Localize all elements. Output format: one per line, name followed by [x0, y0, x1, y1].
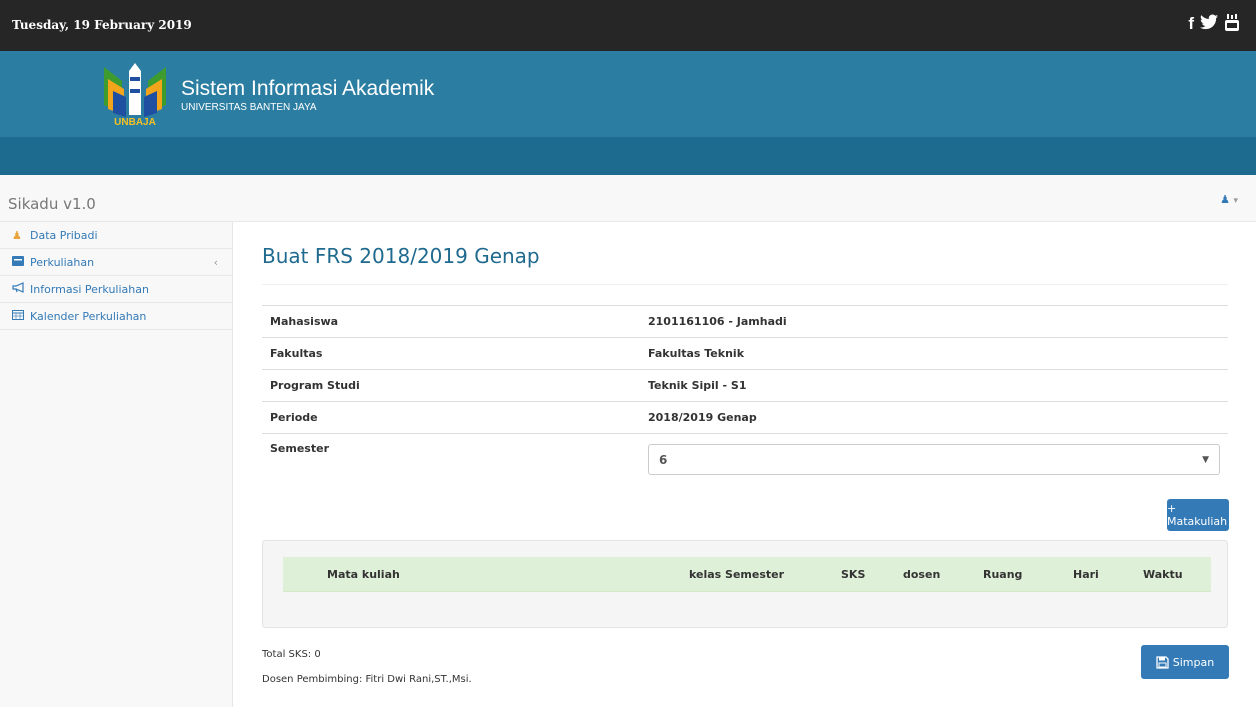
university-logo: UNBAJA [100, 61, 170, 131]
sidebar-item-informasi-perkuliahan[interactable]: Informasi Perkuliahan [0, 276, 232, 303]
sidebar-item-kalender-perkuliahan[interactable]: Kalender Perkuliahan [0, 303, 232, 330]
inbox-icon [12, 255, 26, 269]
course-table: Mata kuliah kelas Semester SKS dosen Rua… [283, 557, 1211, 592]
facebook-icon[interactable]: f [1188, 14, 1194, 37]
site-banner: UNBAJA Sistem Informasi Akademik UNIVERS… [0, 51, 1256, 137]
add-matakuliah-button[interactable]: + Matakuliah [1167, 499, 1229, 531]
info-label: Mahasiswa [262, 305, 640, 338]
semester-select[interactable]: 6 ▼ [648, 444, 1220, 475]
column-header: kelas Semester [679, 557, 831, 592]
bullhorn-icon [12, 282, 26, 296]
user-icon: ♟ [12, 228, 22, 242]
floppy-disk-icon [1156, 655, 1169, 669]
info-row-program-studi: Program Studi Teknik Sipil - S1 [262, 369, 1228, 402]
divider [262, 284, 1228, 285]
sidebar-item-label: Data Pribadi [30, 228, 98, 242]
top-bar: Tuesday, 19 February 2019 f [0, 0, 1256, 51]
column-header: Mata kuliah [317, 557, 679, 592]
info-value: 2101161106 - Jamhadi [640, 305, 1228, 338]
social-links: f [1188, 14, 1240, 37]
info-row-fakultas: Fakultas Fakultas Teknik [262, 337, 1228, 370]
info-value: Fakultas Teknik [640, 337, 1228, 370]
info-label: Program Studi [262, 369, 640, 402]
info-row-semester: Semester 6 ▼ [262, 433, 1228, 484]
sidebar-item-data-pribadi[interactable]: ♟ Data Pribadi [0, 222, 232, 249]
column-spacer [283, 557, 317, 592]
user-menu[interactable]: ♟ ▾ [1220, 193, 1238, 206]
column-header: Ruang [973, 557, 1063, 592]
course-list-panel: Mata kuliah kelas Semester SKS dosen Rua… [262, 540, 1228, 628]
semester-cell: 6 ▼ [640, 433, 1228, 484]
user-icon: ♟ [1220, 193, 1230, 206]
save-button[interactable]: Simpan [1141, 645, 1229, 679]
info-label: Periode [262, 401, 640, 434]
column-header: dosen [893, 557, 973, 592]
sidebar: ♟ Data Pribadi Perkuliahan ‹ Informasi P… [0, 222, 233, 707]
chevron-left-icon: ‹ [213, 255, 218, 269]
logo-text: UNBAJA [114, 117, 156, 128]
advisor-name: Dosen Pembimbing: Fitri Dwi Rani,ST.,Msi… [262, 674, 472, 685]
sidebar-item-label: Perkuliahan [30, 255, 95, 269]
site-subtitle: UNIVERSITAS BANTEN JAYA [181, 102, 317, 113]
total-sks: Total SKS: 0 [262, 649, 321, 660]
column-header: Hari [1063, 557, 1133, 592]
banner-stripe [0, 137, 1256, 175]
calendar-icon [12, 309, 26, 323]
youtube-icon[interactable] [1224, 14, 1240, 37]
page-title: Buat FRS 2018/2019 Genap [262, 244, 540, 268]
save-button-label: Simpan [1172, 655, 1215, 669]
column-header: SKS [831, 557, 893, 592]
navbar-brand[interactable]: Sikadu v1.0 [8, 195, 96, 213]
info-value: Teknik Sipil - S1 [640, 369, 1228, 402]
site-title: Sistem Informasi Akademik [181, 77, 435, 100]
sidebar-item-label: Kalender Perkuliahan [30, 309, 147, 323]
column-header: Waktu [1133, 557, 1211, 592]
semester-label: Semester [262, 433, 640, 484]
semester-selected-value: 6 [659, 452, 668, 467]
info-label: Fakultas [262, 337, 640, 370]
caret-down-icon: ▼ [1202, 454, 1209, 465]
current-date: Tuesday, 19 February 2019 [12, 18, 192, 32]
sidebar-item-label: Informasi Perkuliahan [30, 282, 149, 296]
sidebar-item-perkuliahan[interactable]: Perkuliahan ‹ [0, 249, 232, 276]
info-row-mahasiswa: Mahasiswa 2101161106 - Jamhadi [262, 305, 1228, 338]
twitter-icon[interactable] [1200, 14, 1218, 37]
navbar: Sikadu v1.0 ♟ ▾ [0, 175, 1256, 222]
course-table-header: Mata kuliah kelas Semester SKS dosen Rua… [283, 557, 1211, 592]
caret-down-icon: ▾ [1233, 196, 1238, 206]
info-value: 2018/2019 Genap [640, 401, 1228, 434]
info-row-periode: Periode 2018/2019 Genap [262, 401, 1228, 434]
student-info-table: Mahasiswa 2101161106 - Jamhadi Fakultas … [262, 305, 1228, 484]
